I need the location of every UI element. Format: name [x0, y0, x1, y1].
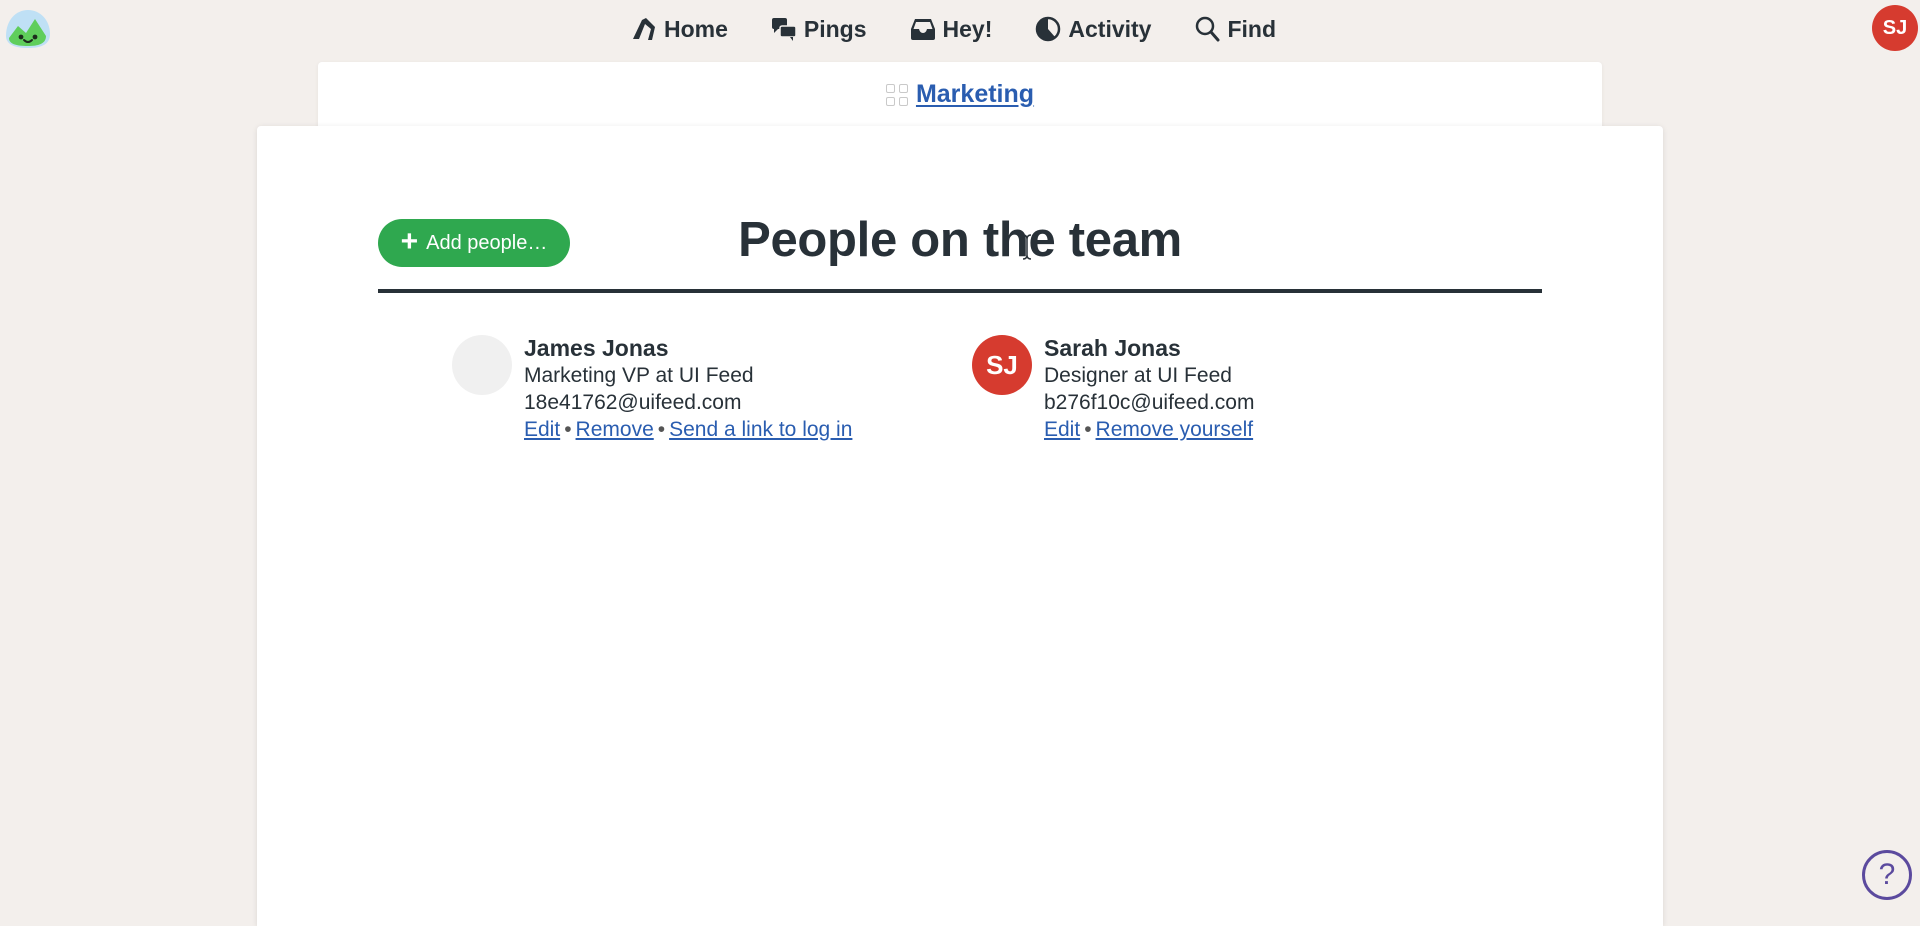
person-actions: Edit•Remove•Send a link to log in: [524, 416, 852, 443]
nav-activity-label: Activity: [1068, 16, 1151, 43]
nav-hey[interactable]: Hey!: [909, 15, 993, 43]
search-icon: [1193, 15, 1221, 43]
breadcrumb-project-link[interactable]: Marketing: [916, 80, 1034, 109]
nav-find-label: Find: [1227, 16, 1276, 43]
person-card: SJ Sarah Jonas Designer at UI Feed b276f…: [972, 335, 1254, 443]
nav-hey-label: Hey!: [943, 16, 993, 43]
person-email: b276f10c@uifeed.com: [1044, 389, 1254, 416]
home-icon: [630, 15, 658, 43]
question-icon: ?: [1879, 858, 1896, 892]
person-avatar[interactable]: SJ: [972, 335, 1032, 395]
remove-yourself-link[interactable]: Remove yourself: [1096, 418, 1254, 441]
separator-dot: •: [564, 418, 571, 441]
activity-icon: [1034, 15, 1062, 43]
nav-pings[interactable]: Pings: [770, 15, 867, 43]
basecamp-logo-icon: [2, 6, 52, 50]
title-divider: [378, 289, 1542, 293]
person-role: Designer at UI Feed: [1044, 362, 1254, 389]
separator-dot: •: [658, 418, 665, 441]
nav-home-label: Home: [664, 16, 728, 43]
breadcrumb: Marketing: [318, 80, 1602, 109]
edit-link[interactable]: Edit: [524, 418, 560, 441]
top-nav: Home Pings Hey! Activity Find: [630, 12, 1276, 46]
remove-link[interactable]: Remove: [576, 418, 654, 441]
basecamp-logo[interactable]: [2, 6, 52, 50]
page-title: People on the team: [257, 212, 1663, 268]
person-actions: Edit•Remove yourself: [1044, 416, 1254, 443]
person-name: Sarah Jonas: [1044, 335, 1254, 362]
person-card: James Jonas Marketing VP at UI Feed 18e4…: [452, 335, 852, 443]
help-button[interactable]: ?: [1862, 850, 1912, 900]
nav-find[interactable]: Find: [1193, 15, 1276, 43]
separator-dot: •: [1084, 418, 1091, 441]
edit-link[interactable]: Edit: [1044, 418, 1080, 441]
person-name: James Jonas: [524, 335, 852, 362]
nav-activity[interactable]: Activity: [1034, 15, 1151, 43]
user-avatar[interactable]: SJ: [1872, 5, 1918, 51]
breadcrumb-card: Marketing: [318, 62, 1602, 132]
main-card: + Add people… People on the team James J…: [257, 126, 1663, 926]
person-email: 18e41762@uifeed.com: [524, 389, 852, 416]
person-avatar[interactable]: [452, 335, 512, 395]
grid-icon: [886, 84, 908, 106]
person-role: Marketing VP at UI Feed: [524, 362, 852, 389]
nav-home[interactable]: Home: [630, 15, 728, 43]
user-avatar-initials: SJ: [1883, 17, 1907, 40]
person-avatar-initials: SJ: [986, 350, 1018, 381]
text-cursor-icon: [1022, 234, 1032, 260]
nav-pings-label: Pings: [804, 16, 867, 43]
hey-inbox-icon: [909, 15, 937, 43]
send-login-link[interactable]: Send a link to log in: [669, 418, 852, 441]
pings-icon: [770, 15, 798, 43]
